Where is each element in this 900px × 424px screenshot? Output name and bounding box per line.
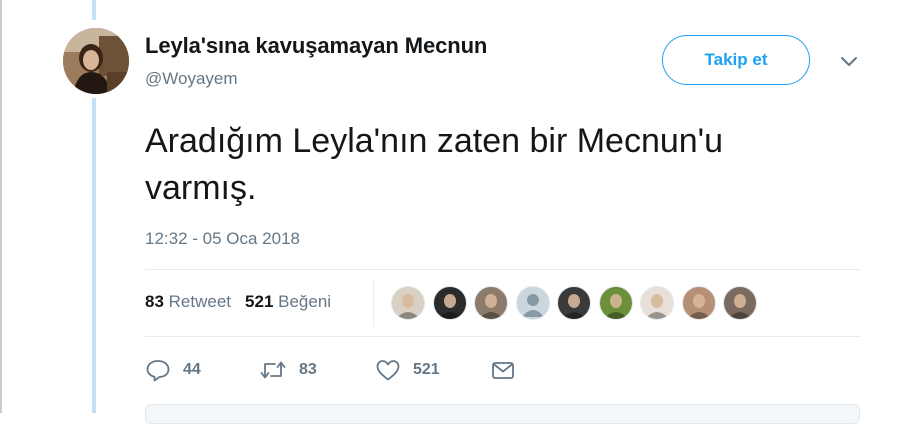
divider xyxy=(145,269,860,270)
retweet-stat[interactable]: 83 Retweet xyxy=(145,292,231,312)
heart-icon xyxy=(376,360,400,381)
tweet-text: Aradığım Leyla'nın zaten bir Mecnun'u va… xyxy=(145,122,724,207)
retweet-button[interactable]: 83 xyxy=(259,358,317,382)
retweet-count: 83 xyxy=(299,361,317,378)
liker-avatar[interactable] xyxy=(432,286,467,320)
reply-input[interactable] xyxy=(145,404,860,424)
like-stat-count: 521 xyxy=(245,292,274,311)
liker-avatar[interactable] xyxy=(557,286,591,320)
like-count: 521 xyxy=(413,361,440,378)
like-button[interactable]: 521 xyxy=(375,358,440,382)
stats-separator xyxy=(373,280,374,326)
author-display-name[interactable]: Leyla'sına kavuşamayan Mecnun xyxy=(145,33,487,59)
liker-avatar[interactable] xyxy=(474,286,508,320)
like-stat[interactable]: 521 Beğeni xyxy=(245,292,331,312)
direct-message-button[interactable] xyxy=(490,358,516,382)
liker-avatar[interactable] xyxy=(681,286,716,320)
retweet-stat-count: 83 xyxy=(145,292,164,311)
author-avatar[interactable] xyxy=(63,28,129,94)
divider xyxy=(145,336,860,337)
follow-button[interactable]: Takip et xyxy=(662,35,810,85)
liker-avatar[interactable] xyxy=(723,286,757,320)
liker-avatar[interactable] xyxy=(640,286,674,320)
tweet-stats: 83 Retweet 521 Beğeni xyxy=(145,292,331,312)
reply-count: 44 xyxy=(183,361,201,378)
reply-icon xyxy=(146,360,170,382)
like-stat-label: Beğeni xyxy=(278,292,332,311)
default-avatar-icon[interactable] xyxy=(515,286,550,320)
conversation-thread-line xyxy=(92,98,96,413)
retweet-icon xyxy=(260,361,286,379)
liker-avatar[interactable] xyxy=(391,286,425,320)
tweet-timestamp[interactable]: 12:32 - 05 Oca 2018 xyxy=(145,229,300,249)
retweet-stat-label: Retweet xyxy=(168,292,232,311)
chevron-down-icon[interactable] xyxy=(839,54,859,68)
author-handle[interactable]: @Woyayem xyxy=(145,69,238,89)
conversation-thread-line xyxy=(92,0,96,20)
envelope-icon xyxy=(492,362,514,379)
liker-avatar[interactable] xyxy=(598,286,633,320)
reply-button[interactable]: 44 xyxy=(145,358,201,382)
window-border xyxy=(0,0,2,413)
